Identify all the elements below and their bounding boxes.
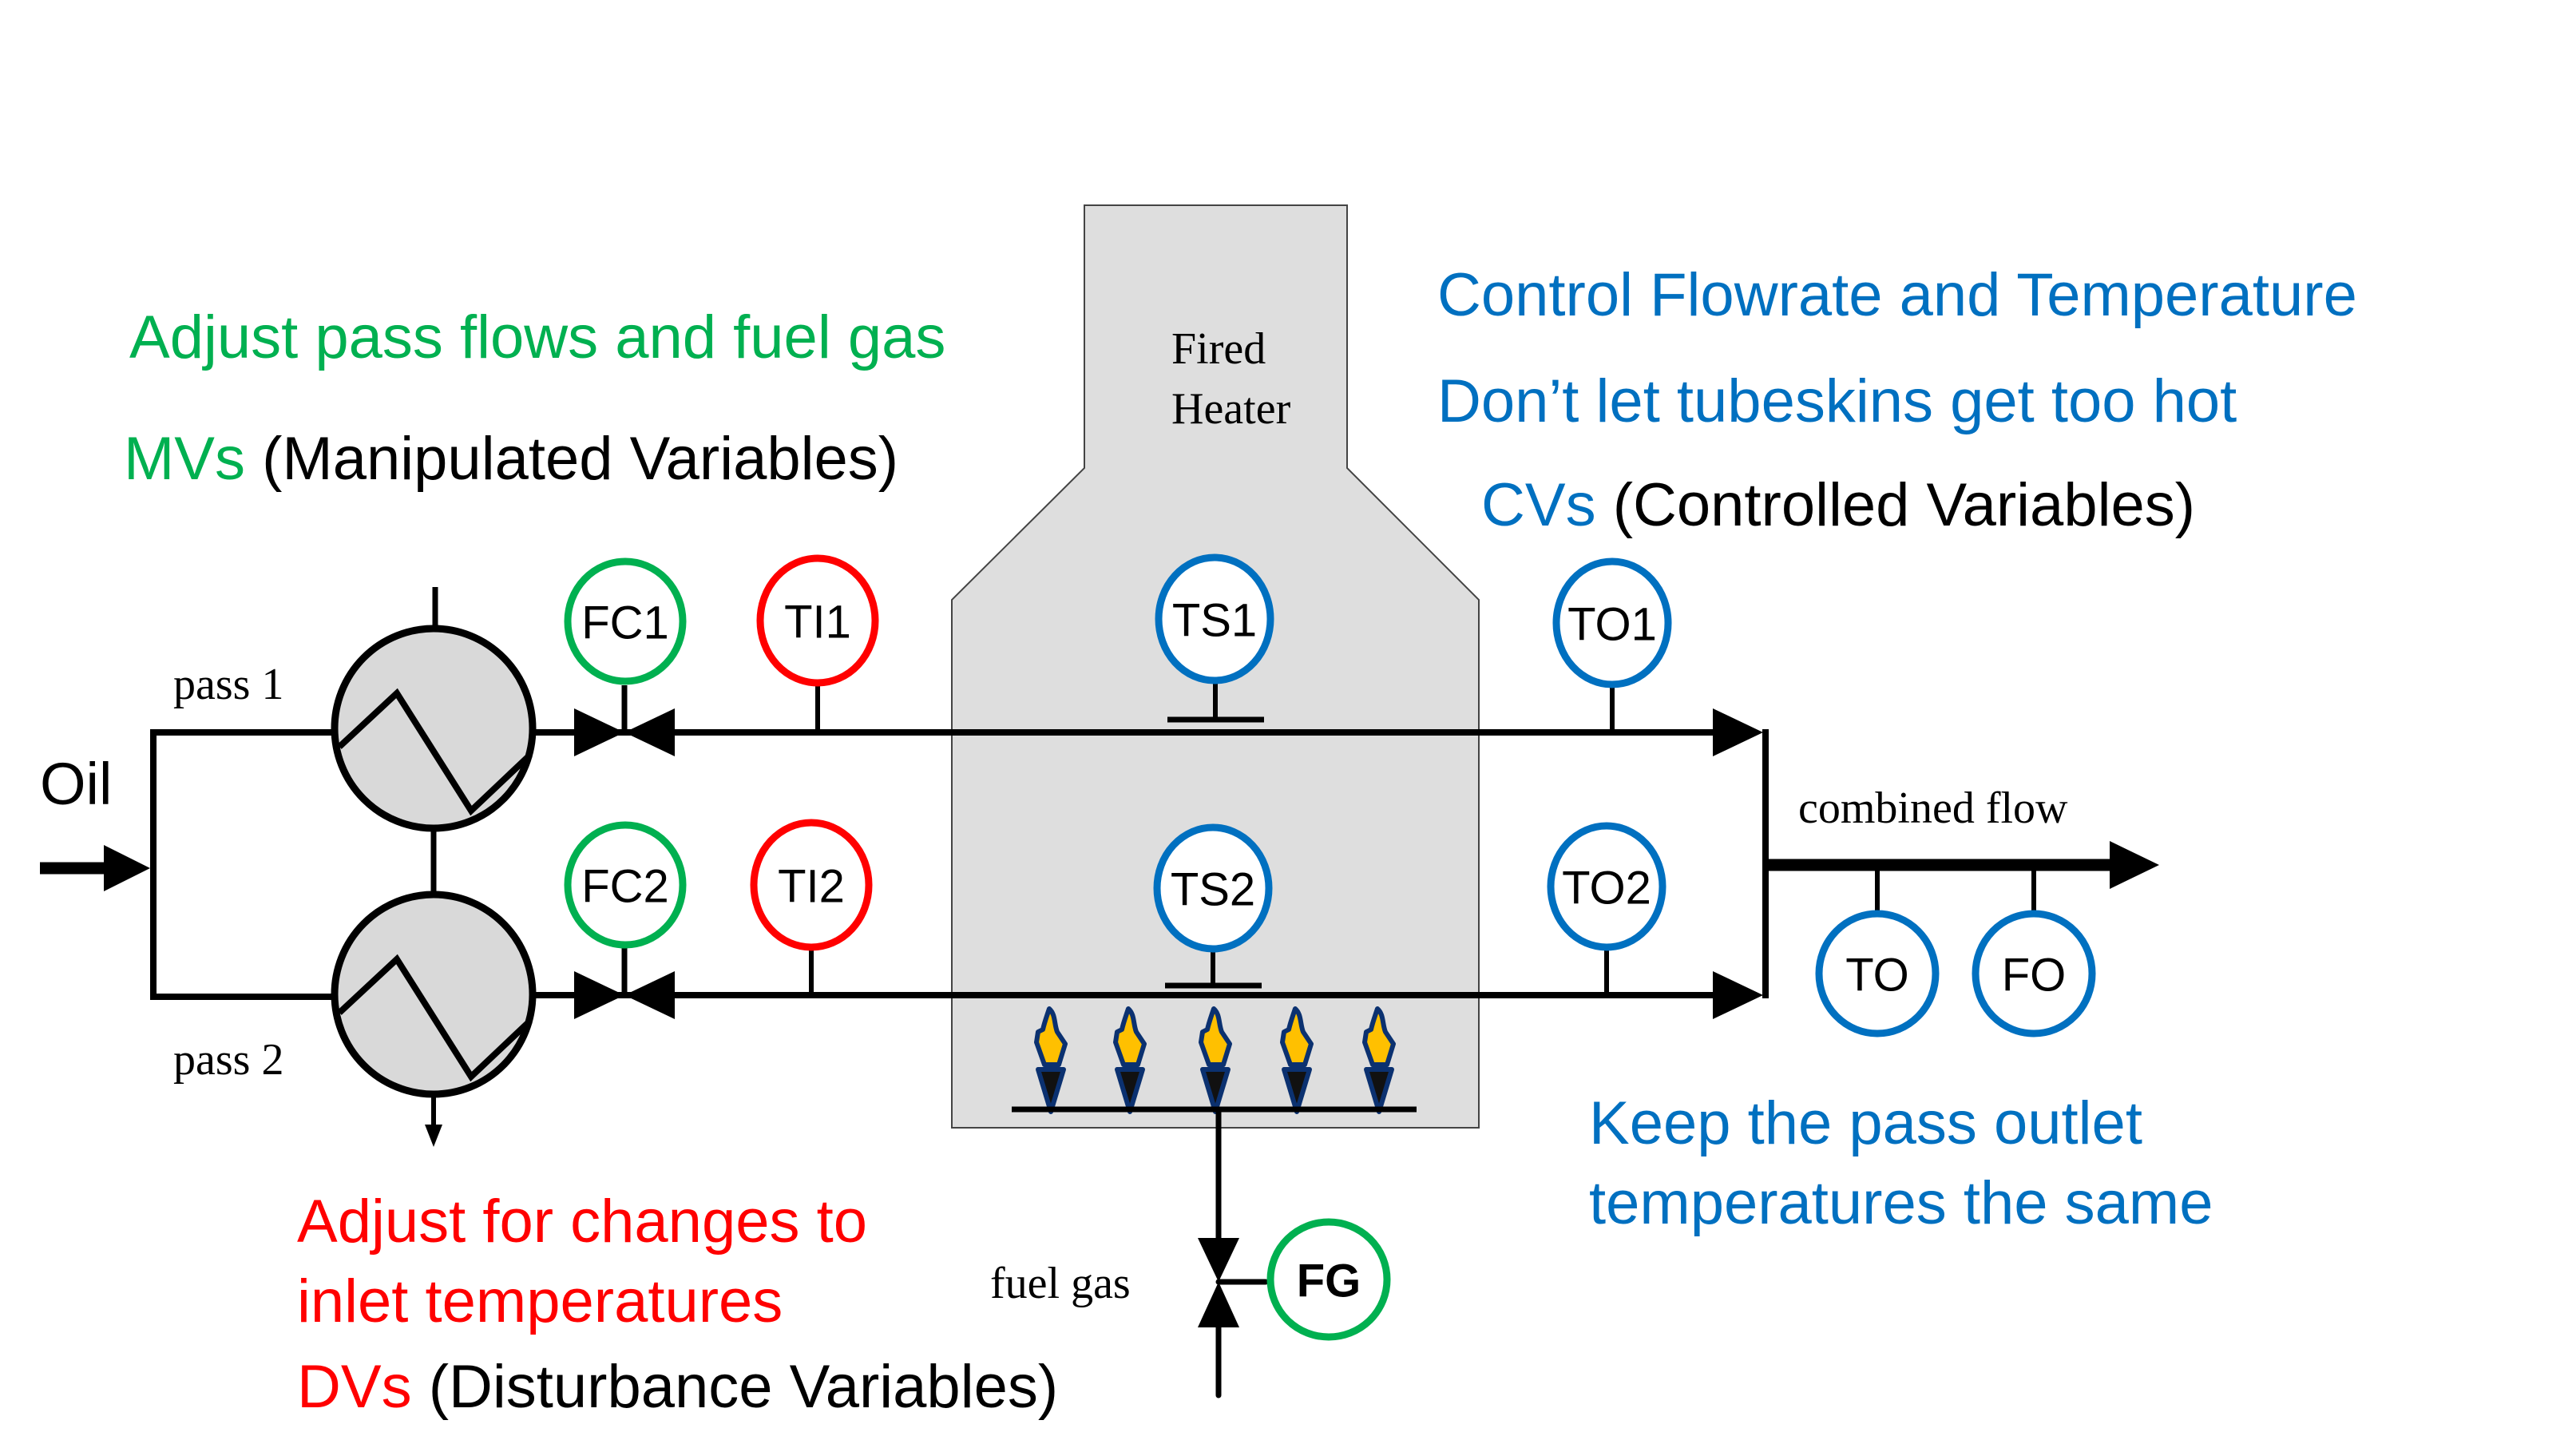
instrument-fc1[interactable]: FC1 xyxy=(564,557,687,685)
instrument-to2[interactable]: TO2 xyxy=(1547,822,1666,951)
fired-heater-label-line2: Heater xyxy=(1171,384,1291,434)
pass1-label: pass 1 xyxy=(173,660,283,709)
pass2-control-valve[interactable] xyxy=(574,945,675,1019)
instrument-tag: FC2 xyxy=(581,861,669,913)
cv-outlet-description-1: Keep the pass outlet xyxy=(1589,1089,2142,1157)
instrument-fo[interactable]: FO xyxy=(1972,910,2096,1037)
dv-description-2: inlet temperatures xyxy=(297,1268,783,1335)
mv-description: Adjust pass flows and fuel gas xyxy=(129,303,945,371)
instrument-to[interactable]: TO xyxy=(1815,910,1940,1037)
heat-exchanger-2 xyxy=(331,891,537,1147)
mv-abbr: MVs xyxy=(124,425,245,493)
dv-legend: DVs (Disturbance Variables) xyxy=(297,1353,1058,1421)
instrument-ti1[interactable]: TI1 xyxy=(756,554,879,687)
dv-abbr: DVs xyxy=(297,1353,412,1421)
mv-legend: MVs (Manipulated Variables) xyxy=(124,425,898,493)
mv-full: (Manipulated Variables) xyxy=(245,425,898,493)
instrument-ts1[interactable]: TS1 xyxy=(1155,553,1274,684)
heat-exchanger-1 xyxy=(331,587,537,893)
instrument-tag: FC1 xyxy=(581,597,669,649)
combined-flow-label: combined flow xyxy=(1798,784,2068,833)
instrument-tag: TO1 xyxy=(1567,599,1657,651)
fuel-gas-label: fuel gas xyxy=(990,1259,1131,1308)
instrument-fc2[interactable]: FC2 xyxy=(564,821,687,949)
pass1-control-valve[interactable] xyxy=(574,685,675,756)
cv-description-2: Don’t let tubeskins get too hot xyxy=(1437,367,2237,435)
cv-full: (Controlled Variables) xyxy=(1596,471,2195,539)
instrument-tag: TI1 xyxy=(784,597,851,649)
fired-heater-diagram: Fired Heater Oil pass 1 pass 2 combined … xyxy=(40,204,2357,1421)
instrument-tag: TS1 xyxy=(1172,595,1257,647)
instrument-to1[interactable]: TO1 xyxy=(1552,557,1672,688)
combined-flow-arrow xyxy=(2110,841,2159,889)
cv-legend: CVs (Controlled Variables) xyxy=(1481,471,2195,539)
instrument-ts2[interactable]: TS2 xyxy=(1153,823,1273,953)
instrument-tag: FO xyxy=(2002,950,2067,1002)
cv-abbr: CVs xyxy=(1481,471,1596,539)
dv-description-1: Adjust for changes to xyxy=(297,1188,867,1256)
dv-full: (Disturbance Variables) xyxy=(412,1353,1059,1421)
pass2-outlet-arrow xyxy=(1713,971,1763,1019)
instrument-tag: TO xyxy=(1845,950,1909,1002)
instrument-ti2[interactable]: TI2 xyxy=(750,819,873,951)
oil-inlet-arrow xyxy=(40,845,150,891)
fuel-gas-control-valve[interactable] xyxy=(1198,1238,1269,1327)
instrument-tag: TS2 xyxy=(1171,864,1255,916)
instrument-fg[interactable]: FG xyxy=(1266,1218,1391,1341)
cv-outlet-description-2: temperatures the same xyxy=(1589,1169,2213,1237)
instrument-tag: TI2 xyxy=(778,861,845,913)
oil-label: Oil xyxy=(40,751,112,817)
instrument-tag: TO2 xyxy=(1562,863,1651,914)
pass2-label: pass 2 xyxy=(173,1035,283,1085)
pass1-outlet-arrow xyxy=(1713,708,1763,756)
fired-heater-label-line1: Fired xyxy=(1171,324,1266,374)
cv-description-1: Control Flowrate and Temperature xyxy=(1437,261,2357,329)
instrument-tag: FG xyxy=(1297,1256,1361,1307)
